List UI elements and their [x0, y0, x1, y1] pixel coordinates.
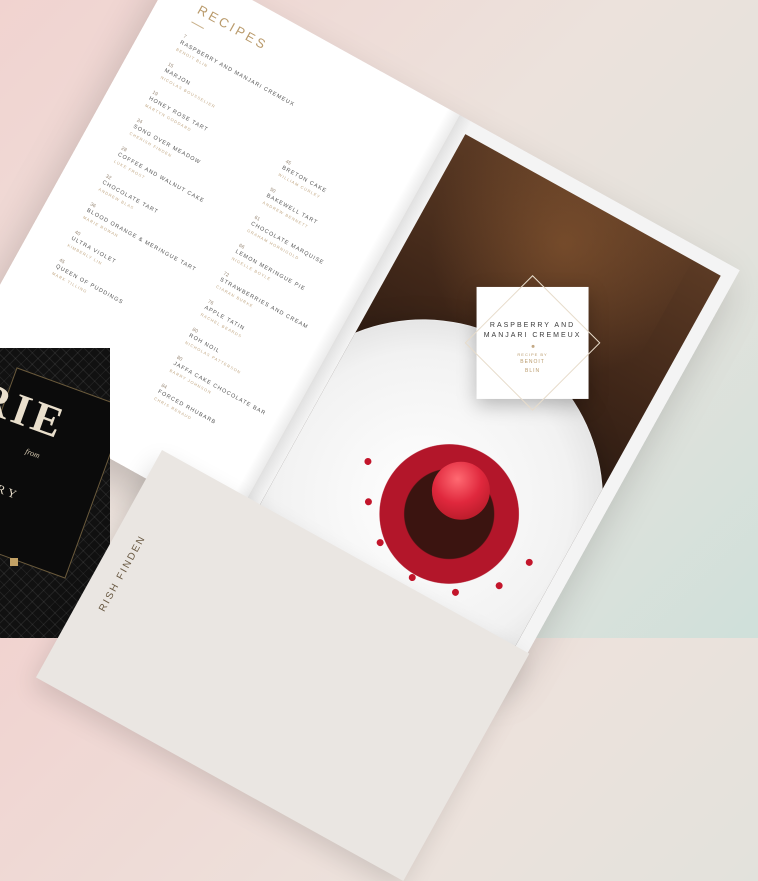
label-title-line1: RASPBERRY AND — [489, 321, 576, 329]
recipe-label-card: RASPBERRY AND MANJARI CREMEUX RECIPE BY … — [464, 275, 601, 411]
cover-from-text: from — [24, 446, 42, 461]
label-author-line2: BLIN — [524, 367, 541, 374]
label-title-line2: MANJARI CREMEUX — [483, 331, 582, 339]
scene: RECIPES 7 RASPBERRY AND MANJARI CREMEUX BE… — [0, 0, 758, 881]
label-recipe-by: RECIPE BY — [517, 351, 548, 357]
title-rule — [191, 21, 204, 30]
label-text: RASPBERRY AND MANJARI CREMEUX RECIPE BY … — [477, 321, 589, 375]
label-dot — [531, 344, 535, 348]
cover-gold-square — [10, 558, 18, 566]
table-of-contents: 7 RASPBERRY AND MANJARI CREMEUX BENOIT BLI… — [51, 34, 412, 426]
label-author-line1: BENOIT — [520, 358, 545, 365]
cover-small-line1: STRY — [0, 473, 23, 503]
